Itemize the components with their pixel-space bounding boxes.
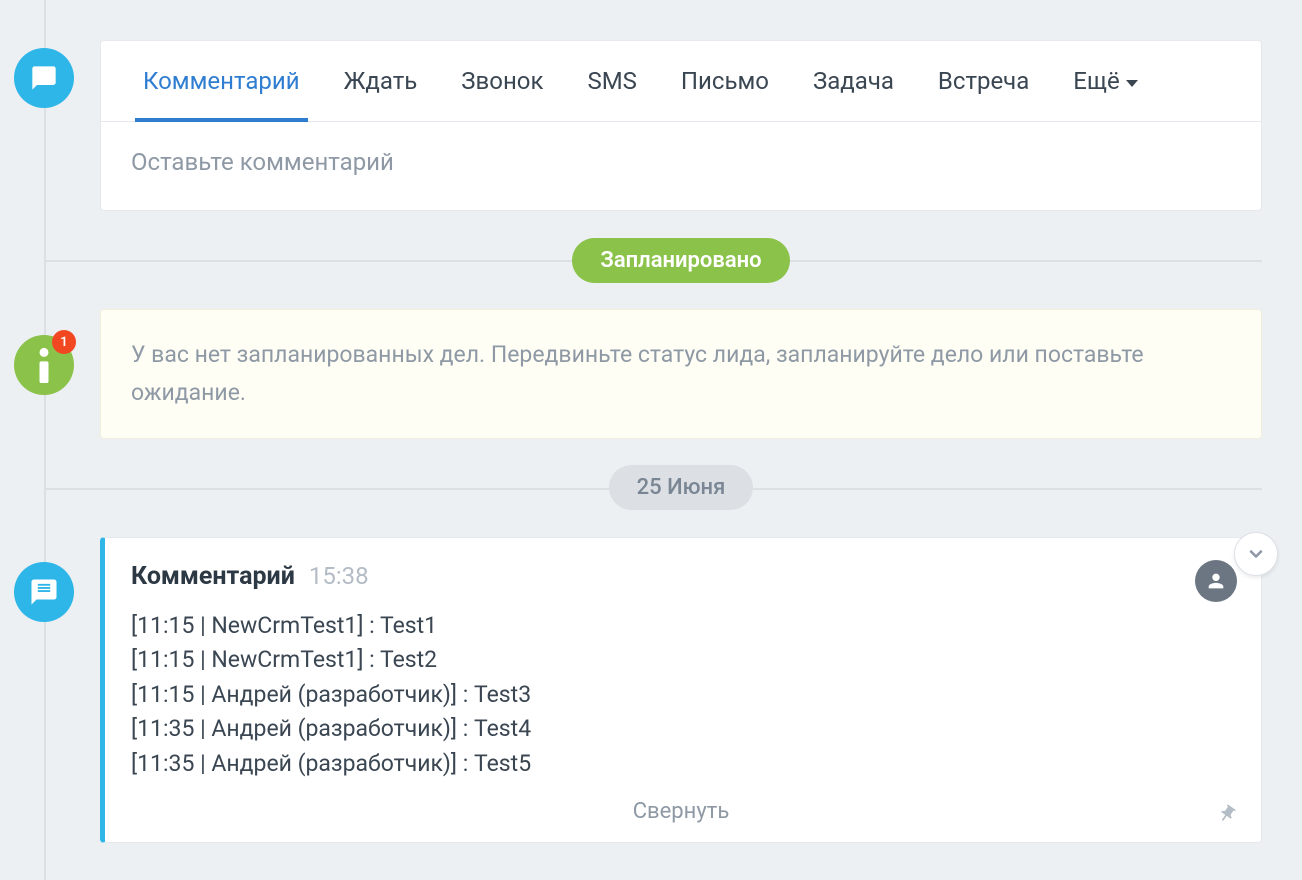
comment-line: [11:15 | NewCrmTest1] : Test1 bbox=[131, 609, 1231, 644]
action-card: Комментарий Ждать Звонок SMS Письмо Зада… bbox=[100, 40, 1262, 211]
date-badge: 25 Июня bbox=[609, 465, 754, 510]
comment-header: Комментарий 15:38 bbox=[131, 562, 1231, 591]
pin-icon bbox=[1217, 804, 1237, 824]
comment-body: [11:15 | NewCrmTest1] : Test1 [11:15 | N… bbox=[131, 609, 1231, 782]
main-content: Комментарий Ждать Звонок SMS Письмо Зада… bbox=[100, 0, 1262, 843]
info-icon bbox=[36, 347, 52, 383]
notification-badge: 1 bbox=[52, 330, 76, 354]
comment-time: 15:38 bbox=[309, 562, 369, 590]
tab-mail[interactable]: Письмо bbox=[659, 41, 791, 121]
comment-placeholder: Оставьте комментарий bbox=[131, 148, 394, 176]
tabs-bar: Комментарий Ждать Звонок SMS Письмо Зада… bbox=[101, 41, 1261, 122]
tab-more[interactable]: Ещё bbox=[1051, 41, 1159, 121]
comment-line: [11:15 | Андрей (разработчик)] : Test3 bbox=[131, 678, 1231, 713]
timeline-bubble-comment bbox=[14, 48, 74, 108]
comment-card: Комментарий 15:38 [11:15 | NewCrmTest1] … bbox=[100, 537, 1262, 844]
info-card: У вас нет запланированных дел. Передвинь… bbox=[100, 309, 1262, 439]
message-lines-icon bbox=[28, 577, 60, 607]
scroll-down-button[interactable] bbox=[1234, 532, 1278, 576]
divider-planned: Запланировано bbox=[100, 235, 1262, 285]
comment-line: [11:35 | Андрей (разработчик)] : Test4 bbox=[131, 712, 1231, 747]
comment-line: [11:35 | Андрей (разработчик)] : Test5 bbox=[131, 747, 1231, 782]
tab-wait[interactable]: Ждать bbox=[322, 41, 440, 121]
avatar[interactable] bbox=[1195, 560, 1237, 602]
pin-button[interactable] bbox=[1217, 804, 1237, 824]
comment-input[interactable]: Оставьте комментарий bbox=[101, 122, 1261, 210]
timeline-bubble-message bbox=[14, 562, 74, 622]
tab-sms[interactable]: SMS bbox=[565, 41, 658, 121]
chat-icon bbox=[29, 64, 59, 92]
tab-call[interactable]: Звонок bbox=[439, 41, 565, 121]
tab-meeting[interactable]: Встреча bbox=[916, 41, 1051, 121]
tab-task[interactable]: Задача bbox=[791, 41, 916, 121]
comment-title: Комментарий bbox=[131, 562, 295, 591]
info-message-text: У вас нет запланированных дел. Передвинь… bbox=[131, 341, 1144, 406]
person-icon bbox=[1205, 570, 1227, 592]
timeline-bubble-info: 1 bbox=[14, 335, 74, 395]
collapse-button[interactable]: Свернуть bbox=[131, 799, 1231, 824]
comment-line: [11:15 | NewCrmTest1] : Test2 bbox=[131, 643, 1231, 678]
tab-more-label: Ещё bbox=[1073, 67, 1119, 95]
divider-date: 25 Июня bbox=[100, 463, 1262, 513]
status-planned-badge: Запланировано bbox=[572, 238, 789, 283]
timeline-line bbox=[44, 0, 46, 880]
chevron-down-icon bbox=[1126, 80, 1138, 87]
chevron-down-icon bbox=[1246, 544, 1266, 564]
tab-comment[interactable]: Комментарий bbox=[121, 41, 322, 121]
